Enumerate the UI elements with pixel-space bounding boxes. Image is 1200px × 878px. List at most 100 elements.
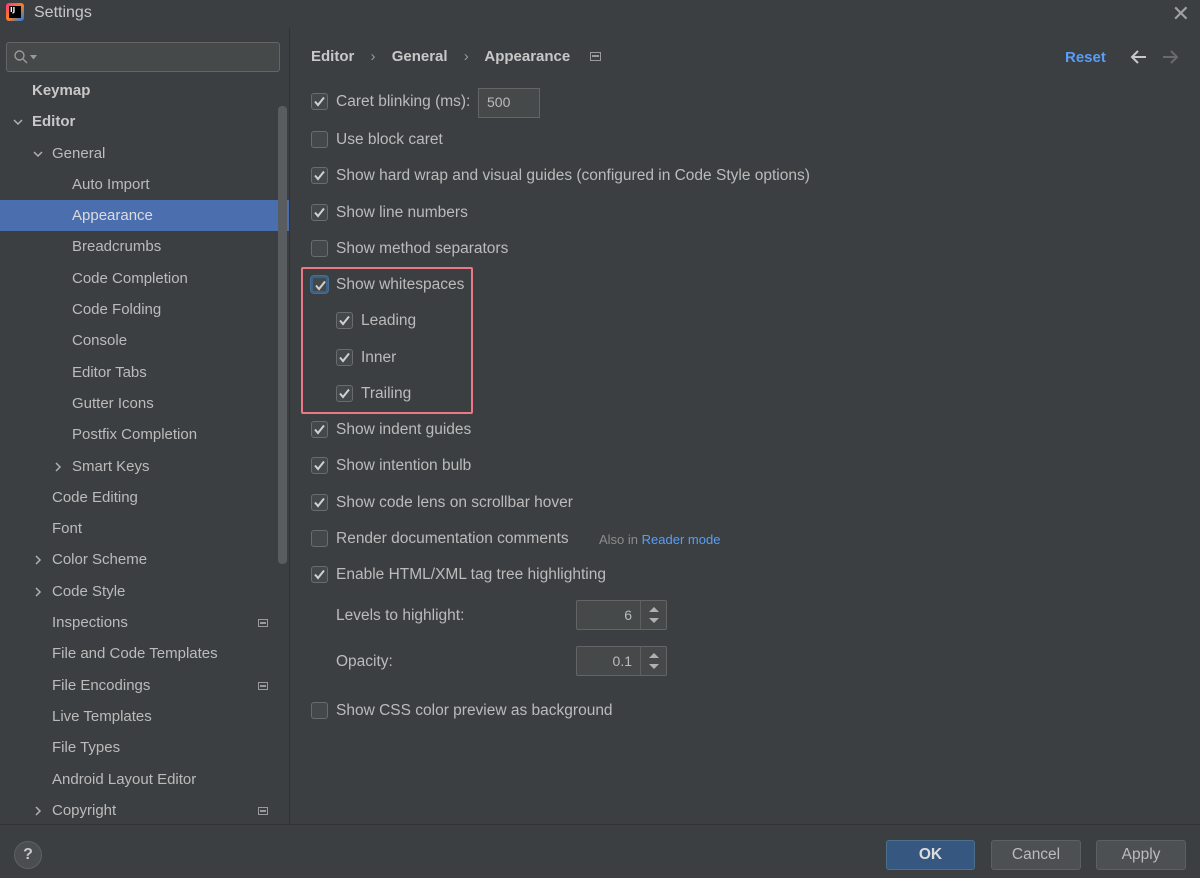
chevron-right-icon[interactable] [32, 805, 44, 817]
sidebar-item-appearance[interactable]: Appearance [0, 200, 289, 232]
forward-arrow-icon[interactable] [1160, 47, 1180, 67]
search-icon [14, 50, 28, 64]
sidebar-item-breadcrumbs[interactable]: Breadcrumbs [0, 231, 289, 262]
project-scope-icon [258, 681, 268, 690]
sidebar-item-label: Code Completion [72, 269, 188, 287]
sidebar-item-file-encodings[interactable]: File Encodings [0, 670, 289, 701]
checkbox-checked[interactable] [311, 276, 328, 293]
checkbox-checked[interactable] [311, 204, 328, 221]
breadcrumb-item-general: General [391, 48, 448, 65]
spinner-arrows-icon[interactable] [640, 601, 666, 629]
sidebar-item-gutter-icons[interactable]: Gutter Icons [0, 388, 289, 419]
checkbox-checked[interactable] [336, 349, 353, 366]
option-leading: Leading [336, 310, 936, 334]
option-trailing: Trailing [336, 383, 936, 407]
caret-blinking-input[interactable]: 500 [478, 88, 540, 118]
checkbox-checked[interactable] [336, 385, 353, 402]
chevron-right-icon[interactable] [32, 554, 44, 566]
ok-button[interactable]: OK [886, 840, 975, 870]
checkbox-unchecked[interactable] [311, 530, 328, 547]
levels-label: Levels to highlight: [336, 607, 465, 624]
sidebar-item-console[interactable]: Console [0, 325, 289, 356]
sidebar-item-live-templates[interactable]: Live Templates [0, 701, 289, 732]
sidebar-item-code-editing[interactable]: Code Editing [0, 482, 289, 513]
checkbox-checked[interactable] [311, 494, 328, 511]
checkbox-unchecked[interactable] [311, 702, 328, 719]
sidebar-item-label: Gutter Icons [72, 394, 154, 412]
breadcrumb-item-editor: Editor [311, 48, 355, 65]
sidebar-item-general[interactable]: General [0, 138, 289, 169]
sidebar-item-code-completion[interactable]: Code Completion [0, 263, 289, 294]
option-label: Show line numbers [336, 204, 468, 221]
checkbox-unchecked[interactable] [311, 131, 328, 148]
back-arrow-icon[interactable] [1129, 47, 1149, 67]
close-icon[interactable]: ✕ [1172, 1, 1190, 27]
sidebar-item-file-and-code-templates[interactable]: File and Code Templates [0, 638, 289, 669]
opacity-spinner[interactable]: 0.1 [576, 646, 667, 676]
levels-spinner[interactable]: 6 [576, 600, 667, 630]
option-label: Show method separators [336, 240, 509, 257]
chevron-down-icon[interactable] [12, 116, 24, 128]
checkbox-unchecked[interactable] [311, 240, 328, 257]
sidebar-item-label: File Types [52, 739, 121, 757]
sidebar-item-label: File Encodings [52, 676, 151, 694]
sidebar-item-label: Android Layout Editor [52, 770, 197, 788]
reset-button[interactable]: Reset [1065, 49, 1106, 66]
intellij-app-icon: IJ [6, 3, 24, 21]
window-title: Settings [34, 4, 92, 21]
sidebar-item-font[interactable]: Font [0, 513, 289, 544]
sidebar-item-editor-tabs[interactable]: Editor Tabs [0, 357, 289, 388]
sidebar-item-file-types[interactable]: File Types [0, 732, 289, 763]
option-show-code-lens-on-scrollbar-hover: Show code lens on scrollbar hover [311, 492, 911, 516]
sidebar-item-android-layout-editor[interactable]: Android Layout Editor [0, 764, 289, 795]
project-scope-icon [258, 619, 268, 628]
checkbox-checked[interactable] [311, 93, 328, 110]
option-show-indent-guides: Show indent guides [311, 419, 911, 443]
checkbox-checked[interactable] [311, 167, 328, 184]
option-inner: Inner [336, 347, 936, 371]
option-label: Show whitespaces [336, 276, 465, 293]
option-label: Use block caret [336, 131, 443, 148]
checkbox-checked[interactable] [311, 421, 328, 438]
sidebar-scrollbar[interactable] [278, 106, 287, 564]
sidebar-item-postfix-completion[interactable]: Postfix Completion [0, 419, 289, 450]
option-label: Show indent guides [336, 421, 472, 438]
chevron-down-icon[interactable] [32, 148, 44, 160]
sidebar-item-auto-import[interactable]: Auto Import [0, 169, 289, 200]
help-button[interactable]: ? [14, 841, 42, 869]
sidebar-item-color-scheme[interactable]: Color Scheme [0, 544, 289, 575]
sidebar-item-label: Code Editing [52, 488, 138, 506]
breadcrumb-item-appearance: Appearance [484, 48, 571, 65]
sidebar-item-label: Font [52, 520, 83, 538]
sidebar-item-smart-keys[interactable]: Smart Keys [0, 451, 289, 482]
sidebar-item-code-folding[interactable]: Code Folding [0, 294, 289, 325]
title-bar: IJ Settings ✕ [0, 0, 1200, 28]
search-input[interactable] [6, 42, 280, 72]
option-label: Show CSS color preview as background [336, 702, 613, 719]
checkmark-icon [314, 569, 325, 580]
sidebar-item-label: File and Code Templates [52, 645, 218, 663]
checkmark-icon [314, 207, 325, 218]
cancel-button[interactable]: Cancel [991, 840, 1081, 870]
sidebar-item-keymap[interactable]: Keymap [0, 75, 289, 106]
checkbox-checked[interactable] [311, 566, 328, 583]
option-show-method-separators: Show method separators [311, 238, 911, 262]
opacity-value: 0.1 [612, 653, 632, 669]
checkbox-checked[interactable] [336, 312, 353, 329]
also-in-note: Also in Reader mode [599, 532, 720, 547]
checkbox-checked[interactable] [311, 457, 328, 474]
settings-sidebar: Keymap Editor General Auto Import Appearance… [0, 28, 290, 824]
breadcrumb-separator: › [370, 48, 376, 65]
option-show-intention-bulb: Show intention bulb [311, 455, 911, 479]
sidebar-item-copyright[interactable]: Copyright [0, 795, 289, 824]
sidebar-item-code-style[interactable]: Code Style [0, 576, 289, 607]
checkmark-icon [314, 170, 325, 181]
apply-button[interactable]: Apply [1096, 840, 1186, 870]
chevron-right-icon[interactable] [52, 461, 64, 473]
chevron-right-icon[interactable] [32, 586, 44, 598]
sidebar-item-inspections[interactable]: Inspections [0, 607, 289, 638]
sidebar-item-editor[interactable]: Editor [0, 106, 289, 137]
reader-mode-link[interactable]: Reader mode [642, 532, 721, 547]
sidebar-item-label: Auto Import [72, 175, 150, 193]
spinner-arrows-icon[interactable] [640, 647, 666, 675]
